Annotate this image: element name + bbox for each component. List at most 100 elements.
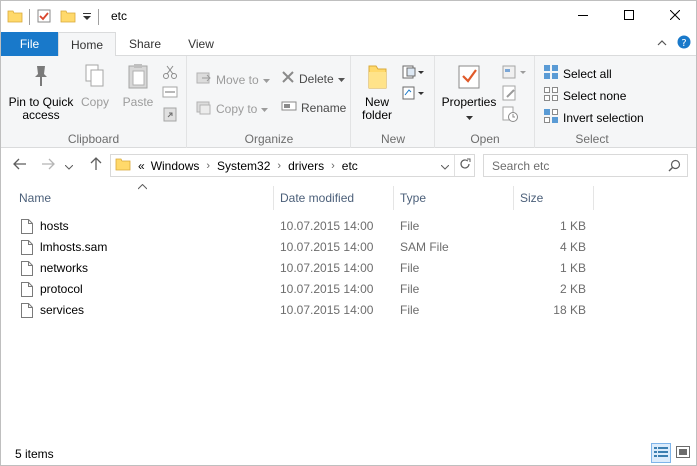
move-to-icon — [196, 70, 212, 89]
rename-button[interactable]: Rename — [281, 99, 346, 116]
file-name: hosts — [40, 219, 69, 233]
explorer-window: etc File Home Share View ? Pin to Quick … — [0, 0, 697, 466]
table-row[interactable]: hosts 10.07.2015 14:00 File 1 KB — [13, 216, 591, 237]
file-date: 10.07.2015 14:00 — [280, 303, 374, 317]
file-list: Name Date modified Type Size hosts 10.07… — [1, 182, 696, 437]
pin-label: Pin to Quick access — [8, 95, 74, 122]
move-to-label: Move to — [216, 72, 259, 87]
file-name: lmhosts.sam — [40, 240, 108, 254]
column-header-name[interactable]: Name — [13, 185, 273, 211]
tab-home[interactable]: Home — [58, 32, 116, 57]
qat-separator — [29, 9, 30, 25]
expand-ribbon-icon[interactable] — [657, 37, 667, 51]
column-header-size[interactable]: Size — [514, 185, 592, 211]
file-type: File — [400, 303, 420, 317]
large-icons-view-button[interactable] — [673, 443, 693, 463]
breadcrumb-drivers[interactable]: drivers — [285, 159, 327, 173]
copy-button[interactable]: Copy — [77, 62, 113, 109]
pin-to-quick-access-button[interactable]: Pin to Quick access — [5, 62, 77, 122]
easy-access-icon[interactable] — [402, 85, 424, 101]
properties-icon — [439, 62, 499, 93]
copy-to-button[interactable]: Copy to — [196, 99, 269, 118]
properties-qat-icon[interactable] — [36, 8, 52, 27]
column-header-date[interactable]: Date modified — [274, 185, 392, 211]
forward-button[interactable] — [39, 156, 57, 174]
select-none-button[interactable]: Select none — [543, 86, 626, 105]
file-icon — [21, 261, 33, 279]
customize-qat-dropdown-icon[interactable] — [82, 8, 92, 27]
ribbon-controls: ? — [657, 35, 691, 52]
history-icon[interactable] — [502, 106, 518, 122]
open-icon[interactable] — [502, 64, 528, 80]
refresh-button[interactable] — [454, 155, 474, 176]
select-all-label: Select all — [563, 66, 612, 81]
minimize-button[interactable] — [560, 1, 606, 31]
chevron-right-icon[interactable]: › — [327, 160, 339, 172]
new-folder-button[interactable]: New folder — [356, 62, 398, 122]
chevron-down-icon — [440, 159, 450, 173]
close-button[interactable] — [652, 1, 696, 31]
minimize-icon — [578, 9, 588, 23]
column-divider[interactable] — [593, 186, 594, 210]
select-all-button[interactable]: Select all — [543, 64, 612, 83]
edit-icon[interactable] — [502, 85, 518, 101]
large-icons-view-icon — [676, 445, 690, 461]
file-size: 4 KB — [559, 240, 586, 254]
address-history-button[interactable] — [436, 159, 454, 173]
breadcrumb-windows[interactable]: Windows — [148, 159, 203, 173]
breadcrumb-etc[interactable]: etc — [339, 159, 361, 173]
tab-share[interactable]: Share — [118, 32, 172, 56]
copy-to-icon — [196, 99, 212, 118]
delete-button[interactable]: Delete — [281, 70, 345, 87]
file-date: 10.07.2015 14:00 — [280, 219, 374, 233]
tab-file[interactable]: File — [1, 32, 58, 56]
chevron-right-icon[interactable]: › — [273, 160, 285, 172]
properties-label: Properties — [441, 95, 497, 109]
details-view-icon — [654, 446, 668, 461]
file-icon — [21, 240, 33, 258]
open-label: Open — [470, 132, 500, 146]
ribbon-tabs: File Home Share View ? — [1, 32, 696, 57]
new-folder-qat-icon[interactable] — [60, 8, 76, 27]
select-all-icon — [543, 64, 559, 83]
search-icon[interactable] — [668, 159, 681, 175]
up-button[interactable] — [87, 156, 105, 174]
table-row[interactable]: protocol 10.07.2015 14:00 File 2 KB — [13, 279, 591, 300]
recent-locations-button[interactable] — [63, 156, 75, 174]
address-controls — [436, 155, 474, 176]
forward-arrow-icon — [41, 157, 55, 173]
address-bar[interactable]: « Windows › System32 › drivers › etc — [110, 154, 475, 177]
copy-label: Copy — [80, 95, 109, 109]
properties-button[interactable]: Properties — [439, 62, 499, 124]
help-icon[interactable]: ? — [677, 35, 691, 52]
cut-icon[interactable] — [162, 64, 178, 80]
paste-shortcut-icon[interactable] — [162, 106, 178, 122]
breadcrumb-overflow[interactable]: « — [135, 159, 148, 173]
rename-label: Rename — [301, 100, 347, 115]
table-row[interactable]: networks 10.07.2015 14:00 File 1 KB — [13, 258, 591, 279]
copy-path-icon[interactable] — [162, 85, 178, 99]
chevron-down-icon — [439, 111, 499, 124]
file-size: 18 KB — [553, 303, 586, 317]
tab-view[interactable]: View — [174, 32, 228, 56]
new-item-icon[interactable] — [402, 64, 424, 80]
maximize-icon — [624, 9, 634, 23]
file-name: networks — [40, 261, 89, 275]
table-row[interactable]: services 10.07.2015 14:00 File 18 KB — [13, 300, 591, 321]
move-to-button[interactable]: Move to — [196, 70, 270, 89]
paste-button[interactable]: Paste — [119, 62, 157, 109]
table-row[interactable]: lmhosts.sam 10.07.2015 14:00 SAM File 4 … — [13, 237, 591, 258]
chevron-right-icon[interactable]: › — [202, 160, 214, 172]
file-name: protocol — [40, 282, 83, 296]
maximize-button[interactable] — [606, 1, 652, 31]
folder-icon — [7, 8, 23, 27]
column-header-type[interactable]: Type — [394, 185, 512, 211]
paste-label: Paste — [122, 95, 154, 109]
pin-icon — [5, 62, 77, 93]
copy-to-label: Copy to — [216, 101, 258, 116]
invert-selection-button[interactable]: Invert selection — [543, 108, 644, 127]
search-input[interactable] — [484, 155, 654, 176]
details-view-button[interactable] — [651, 443, 671, 463]
breadcrumb-system32[interactable]: System32 — [214, 159, 273, 173]
back-button[interactable] — [11, 156, 29, 174]
